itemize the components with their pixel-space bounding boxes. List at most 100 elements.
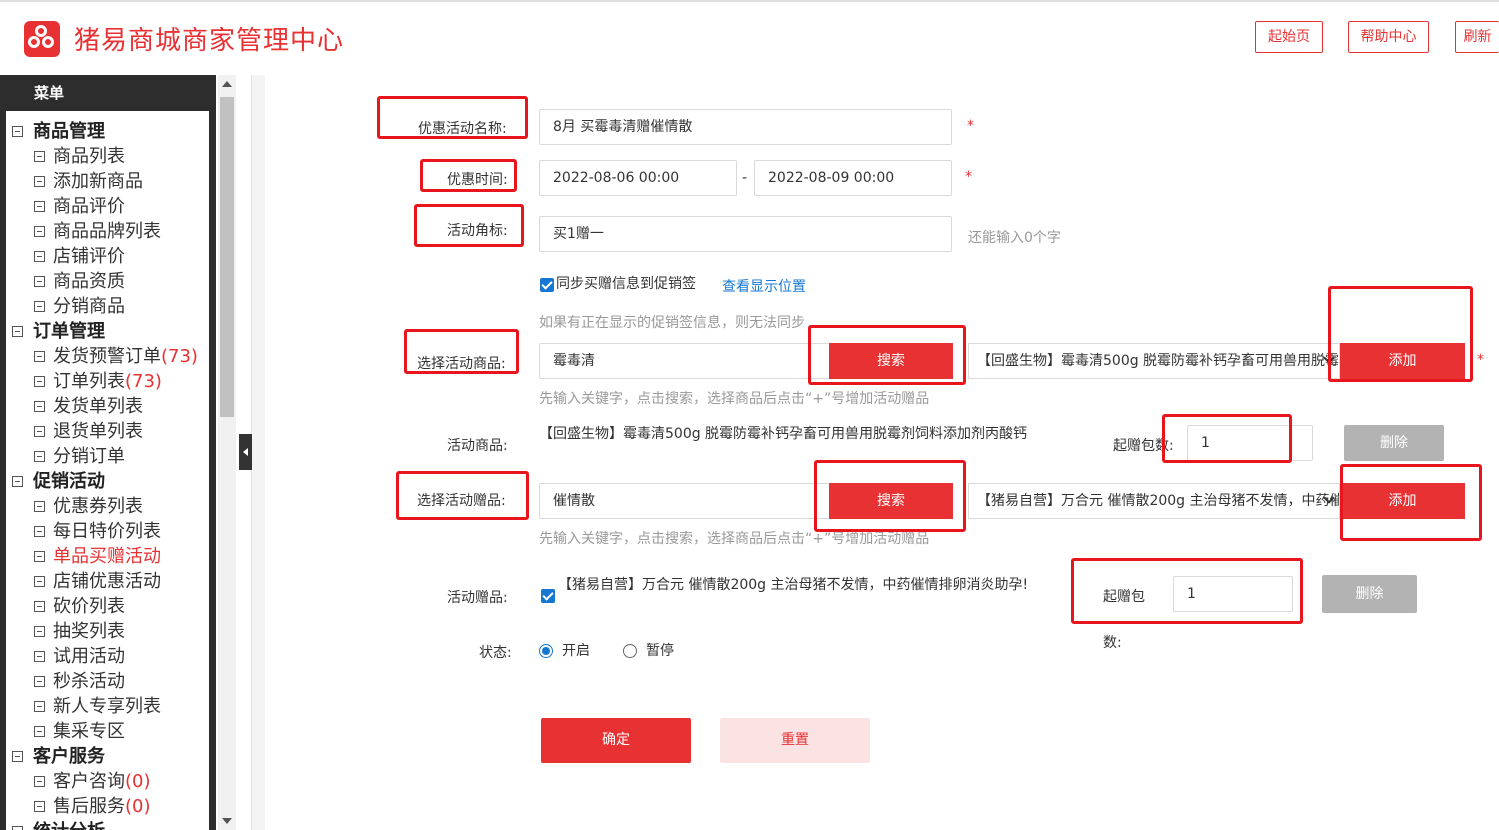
sidebar-category-label: 商品管理 <box>33 121 105 142</box>
sidebar-item-label: 抽奖列表 <box>53 621 125 642</box>
sidebar-item-label: 商品评价 <box>53 196 125 217</box>
tag-label: 活动角标: <box>447 223 508 239</box>
collapse-square-icon <box>34 401 45 412</box>
select-goods-label: 选择活动商品: <box>417 356 506 372</box>
collapse-square-icon <box>34 451 45 462</box>
sidebar-item-label: 砍价列表 <box>53 596 125 617</box>
sync-label: 同步买赠信息到促销签 <box>556 276 696 292</box>
collapse-square-icon <box>34 351 45 362</box>
active-gift-text: 【猪易自营】万合元 催情散200g 主治母猪不发情，中药催情排卵消炎助孕! <box>558 577 1029 593</box>
goods-search-input[interactable]: 霉毒清 <box>539 343 829 379</box>
header: 猪易商城商家管理中心 起始页 帮助中心 刷新 <box>0 2 1499 74</box>
gift-add-button[interactable]: 添加 <box>1340 483 1465 519</box>
sidebar-item-label: 新人专享列表 <box>53 696 161 717</box>
sidebar-item-count: (73) <box>161 346 198 367</box>
gift-select[interactable]: 【猪易自营】万合元 催情散200g 主治母猪不发情，中药催情排卵消炎助孕! <box>968 483 1340 519</box>
collapse-square-icon <box>34 526 45 537</box>
collapse-square-icon <box>12 826 23 830</box>
collapse-square-icon <box>12 326 23 337</box>
collapse-square-icon <box>34 676 45 687</box>
goods-add-button[interactable]: 添加 <box>1340 343 1465 379</box>
sidebar-item-count: (0) <box>125 771 151 792</box>
sidebar: 菜单 商品管理 商品列表 添加新商品 商品评价 商品品牌列表 店铺评价 商品资质 分销商品 订单… <box>0 75 216 830</box>
tag-input[interactable]: 买1赠一 <box>539 216 952 252</box>
collapse-square-icon <box>34 201 45 212</box>
gift-delete-button[interactable]: 删除 <box>1322 575 1417 613</box>
required-star: * <box>967 118 974 134</box>
goods-delete-button[interactable]: 删除 <box>1344 425 1444 461</box>
tag-hint: 还能输入0个字 <box>968 230 1061 246</box>
gift-qty-label-suffix: 数: <box>1103 635 1122 651</box>
sidebar-item-label: 退货单列表 <box>53 421 143 442</box>
collapse-sidebar-icon[interactable] <box>239 434 252 470</box>
collapse-square-icon <box>34 776 45 787</box>
collapse-square-icon <box>34 551 45 562</box>
collapse-square-icon <box>34 626 45 637</box>
scroll-thumb[interactable] <box>220 97 234 417</box>
required-star: * <box>1477 352 1484 368</box>
reset-button[interactable]: 重置 <box>720 718 870 763</box>
collapse-square-icon <box>34 651 45 662</box>
end-time-input[interactable]: 2022-08-09 00:00 <box>754 160 952 196</box>
refresh-button[interactable]: 刷新 <box>1455 21 1499 53</box>
sidebar-menu: 商品管理 商品列表 添加新商品 商品评价 商品品牌列表 店铺评价 商品资质 分销商品 订单管理发… <box>6 111 209 830</box>
sidebar-item-label: 商品资质 <box>53 271 125 292</box>
collapse-square-icon <box>12 126 23 137</box>
logo-icon <box>24 21 60 57</box>
sidebar-item-label: 集采专区 <box>53 721 125 742</box>
gift-checkbox[interactable] <box>541 589 555 603</box>
status-on-radio[interactable] <box>539 644 553 658</box>
goods-search-button[interactable]: 搜索 <box>829 343 953 379</box>
active-gift-label: 活动赠品: <box>447 590 508 606</box>
collapse-square-icon <box>34 251 45 262</box>
goods-search-hint: 先输入关键字，点击搜索，选择商品后点击“+”号增加活动赠品 <box>539 391 930 407</box>
sidebar-item-label: 发货预警订单 <box>53 346 161 367</box>
collapse-square-icon <box>12 476 23 487</box>
scroll-down-icon[interactable] <box>222 818 232 824</box>
collapse-square-icon <box>34 726 45 737</box>
collapse-square-icon <box>34 576 45 587</box>
sidebar-item-label: 分销订单 <box>53 446 125 467</box>
sidebar-item-label: 秒杀活动 <box>53 671 125 692</box>
status-label: 状态: <box>479 645 512 661</box>
sidebar-item-label: 单品买赠活动 <box>53 546 161 567</box>
active-goods-text: 【回盛生物】霉毒清500g 脱霉防霉补钙孕畜可用兽用脱霉剂饲料添加剂丙酸钙 <box>539 426 1028 442</box>
activity-name-input[interactable]: 8月 买霉毒清赠催情散 <box>539 109 952 145</box>
activity-name-label: 优惠活动名称: <box>418 121 507 137</box>
home-page-button[interactable]: 起始页 <box>1255 21 1323 53</box>
gift-search-button[interactable]: 搜索 <box>829 483 953 519</box>
sidebar-scrollbar[interactable] <box>218 75 236 830</box>
gift-search-hint: 先输入关键字，点击搜索，选择商品后点击“+”号增加活动赠品 <box>539 531 930 547</box>
status-on-label: 开启 <box>562 643 590 659</box>
scroll-up-icon[interactable] <box>222 81 232 87</box>
collapse-square-icon <box>12 751 23 762</box>
gift-search-input[interactable]: 催情散 <box>539 483 829 519</box>
logo-title: 猪易商城商家管理中心 <box>74 26 345 56</box>
gift-qty-input[interactable]: 1 <box>1173 576 1293 612</box>
collapse-square-icon <box>34 501 45 512</box>
sidebar-item-count: (73) <box>125 371 162 392</box>
goods-select[interactable]: 【回盛生物】霉毒清500g 脱霉防霉补钙孕畜可用兽用脱霉剂饲料添加剂丙酸钙 <box>968 343 1340 379</box>
time-label: 优惠时间: <box>447 172 508 188</box>
sidebar-item-label: 商品列表 <box>53 146 125 167</box>
active-goods-label: 活动商品: <box>447 438 508 454</box>
view-position-link[interactable]: 查看显示位置 <box>722 276 806 296</box>
sync-checkbox[interactable] <box>540 278 554 292</box>
min-qty-input[interactable]: 1 <box>1187 425 1313 461</box>
sidebar-item-label: 订单列表 <box>53 371 125 392</box>
sidebar-category-label: 客户服务 <box>33 746 105 767</box>
sidebar-item-label: 客户咨询 <box>53 771 125 792</box>
gift-qty-label: 起赠包 <box>1103 589 1145 605</box>
collapse-square-icon <box>34 426 45 437</box>
status-off-radio[interactable] <box>623 644 637 658</box>
confirm-button[interactable]: 确定 <box>541 718 691 763</box>
collapse-square-icon <box>34 176 45 187</box>
sidebar-item-label: 试用活动 <box>53 646 125 667</box>
sidebar-category-label: 促销活动 <box>33 471 105 492</box>
sidebar-item-label: 店铺评价 <box>53 246 125 267</box>
status-off-label: 暂停 <box>646 643 674 659</box>
sidebar-item-label: 添加新商品 <box>53 171 143 192</box>
help-center-button[interactable]: 帮助中心 <box>1348 21 1429 53</box>
start-time-input[interactable]: 2022-08-06 00:00 <box>539 160 737 196</box>
select-gift-label: 选择活动赠品: <box>417 493 506 509</box>
